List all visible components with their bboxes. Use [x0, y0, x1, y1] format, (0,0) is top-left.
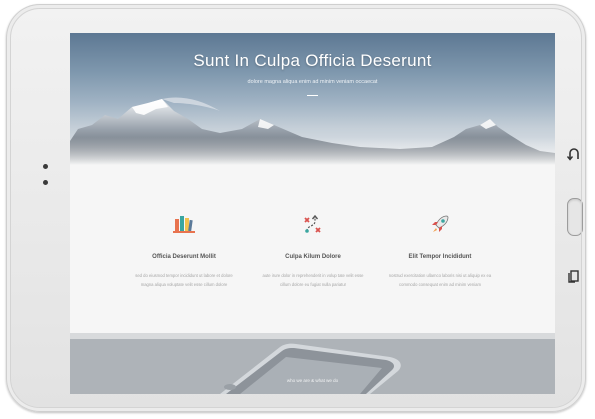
feature-description: aute irure dolor in reprehenderit in vol… — [262, 273, 364, 287]
recent-apps-icon[interactable] — [566, 269, 582, 283]
tablet-screen: Sunt In Culpa Officia Deserunt dolore ma… — [70, 33, 555, 394]
footer-caption: who we are & what we do — [286, 378, 339, 383]
strategy-icon — [304, 214, 321, 233]
footer-image-section: who we are & what we do — [70, 333, 555, 394]
sensor-dot — [43, 180, 48, 185]
feature-card: Officia Deserunt Mollit sed do eiusmod t… — [119, 165, 249, 333]
features-section: Officia Deserunt Mollit sed do eiusmod t… — [70, 165, 555, 333]
phone-photo-background — [70, 333, 555, 394]
feature-title: Officia Deserunt Mollit — [152, 254, 216, 260]
mountain-background — [70, 97, 555, 165]
camera-dot — [43, 164, 48, 169]
feature-card: Elit Tempor Incididunt nostrud exercitat… — [375, 165, 505, 333]
hero-subtitle: dolore magna aliqua enim ad minim veniam… — [247, 79, 378, 85]
home-button[interactable] — [567, 198, 583, 236]
feature-description: nostrud exercitation ullamco laboris nis… — [388, 273, 492, 287]
feature-card: Culpa Kilum Dolore aute irure dolor in r… — [248, 165, 378, 333]
rocket-icon — [432, 215, 449, 232]
books-icon — [173, 216, 195, 233]
tablet-frame: Sunt In Culpa Officia Deserunt dolore ma… — [6, 4, 586, 412]
feature-description: sed do eiusmod tempor incididunt ut labo… — [135, 273, 233, 287]
feature-title: Elit Tempor Incididunt — [408, 254, 472, 260]
feature-title: Culpa Kilum Dolore — [285, 254, 341, 260]
back-icon[interactable] — [566, 148, 582, 162]
hero-title: Sunt In Culpa Officia Deserunt — [193, 51, 432, 70]
hero-section: Sunt In Culpa Officia Deserunt dolore ma… — [70, 33, 555, 165]
title-divider — [307, 95, 318, 96]
